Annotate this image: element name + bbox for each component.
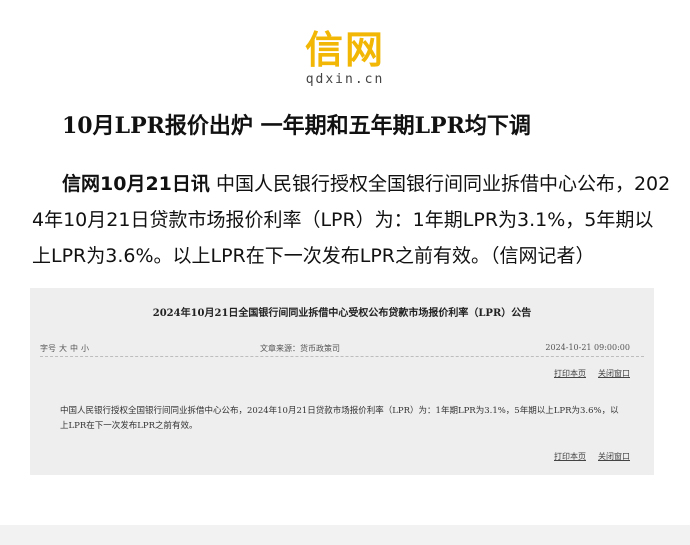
site-logo[interactable]: 信网 qdxin.cn (0, 30, 690, 87)
notice-meta: 字号大中小 文章来源：货币政策司 2024-10-21 09:00:00 (40, 343, 644, 357)
font-size-small-button[interactable]: 小 (81, 344, 89, 353)
notice-datetime: 2024-10-21 09:00:00 (545, 343, 630, 352)
notice-actions-top: 打印本页 关闭窗口 (542, 368, 630, 379)
logo-mark: 信网 (304, 28, 385, 72)
article-lead: 信网10月21日讯 (62, 173, 210, 195)
article-headline: 10月LPR报价出炉 一年期和五年期LPR均下调 (62, 113, 531, 139)
font-size-large-button[interactable]: 大 (59, 344, 67, 353)
logo-domain: qdxin.cn (305, 72, 385, 87)
close-window-link[interactable]: 关闭窗口 (598, 369, 630, 378)
article-body: 信网10月21日讯 中国人民银行授权全国银行间同业拆借中心公布，2024年10月… (32, 166, 672, 274)
notice-actions-bottom: 打印本页 关闭窗口 (542, 451, 630, 462)
close-window-link-bottom[interactable]: 关闭窗口 (598, 452, 630, 461)
notice-body: 中国人民银行授权全国银行间同业拆借中心公布，2024年10月21日贷款市场报价利… (60, 406, 619, 431)
notice-title: 2024年10月21日全国银行间同业拆借中心受权公布贷款市场报价利率（LPR）公… (152, 308, 532, 319)
font-size-control: 字号大中小 (40, 343, 89, 354)
print-page-link-bottom[interactable]: 打印本页 (554, 452, 586, 461)
bottom-bar (0, 525, 690, 545)
font-size-medium-button[interactable]: 中 (70, 344, 78, 353)
notice-source: 文章来源：货币政策司 (260, 344, 340, 353)
font-size-label: 字号 (40, 344, 56, 353)
print-page-link[interactable]: 打印本页 (554, 369, 586, 378)
notice-screenshot: 2024年10月21日全国银行间同业拆借中心受权公布贷款市场报价利率（LPR）公… (30, 288, 654, 475)
notice-divider (40, 356, 644, 357)
